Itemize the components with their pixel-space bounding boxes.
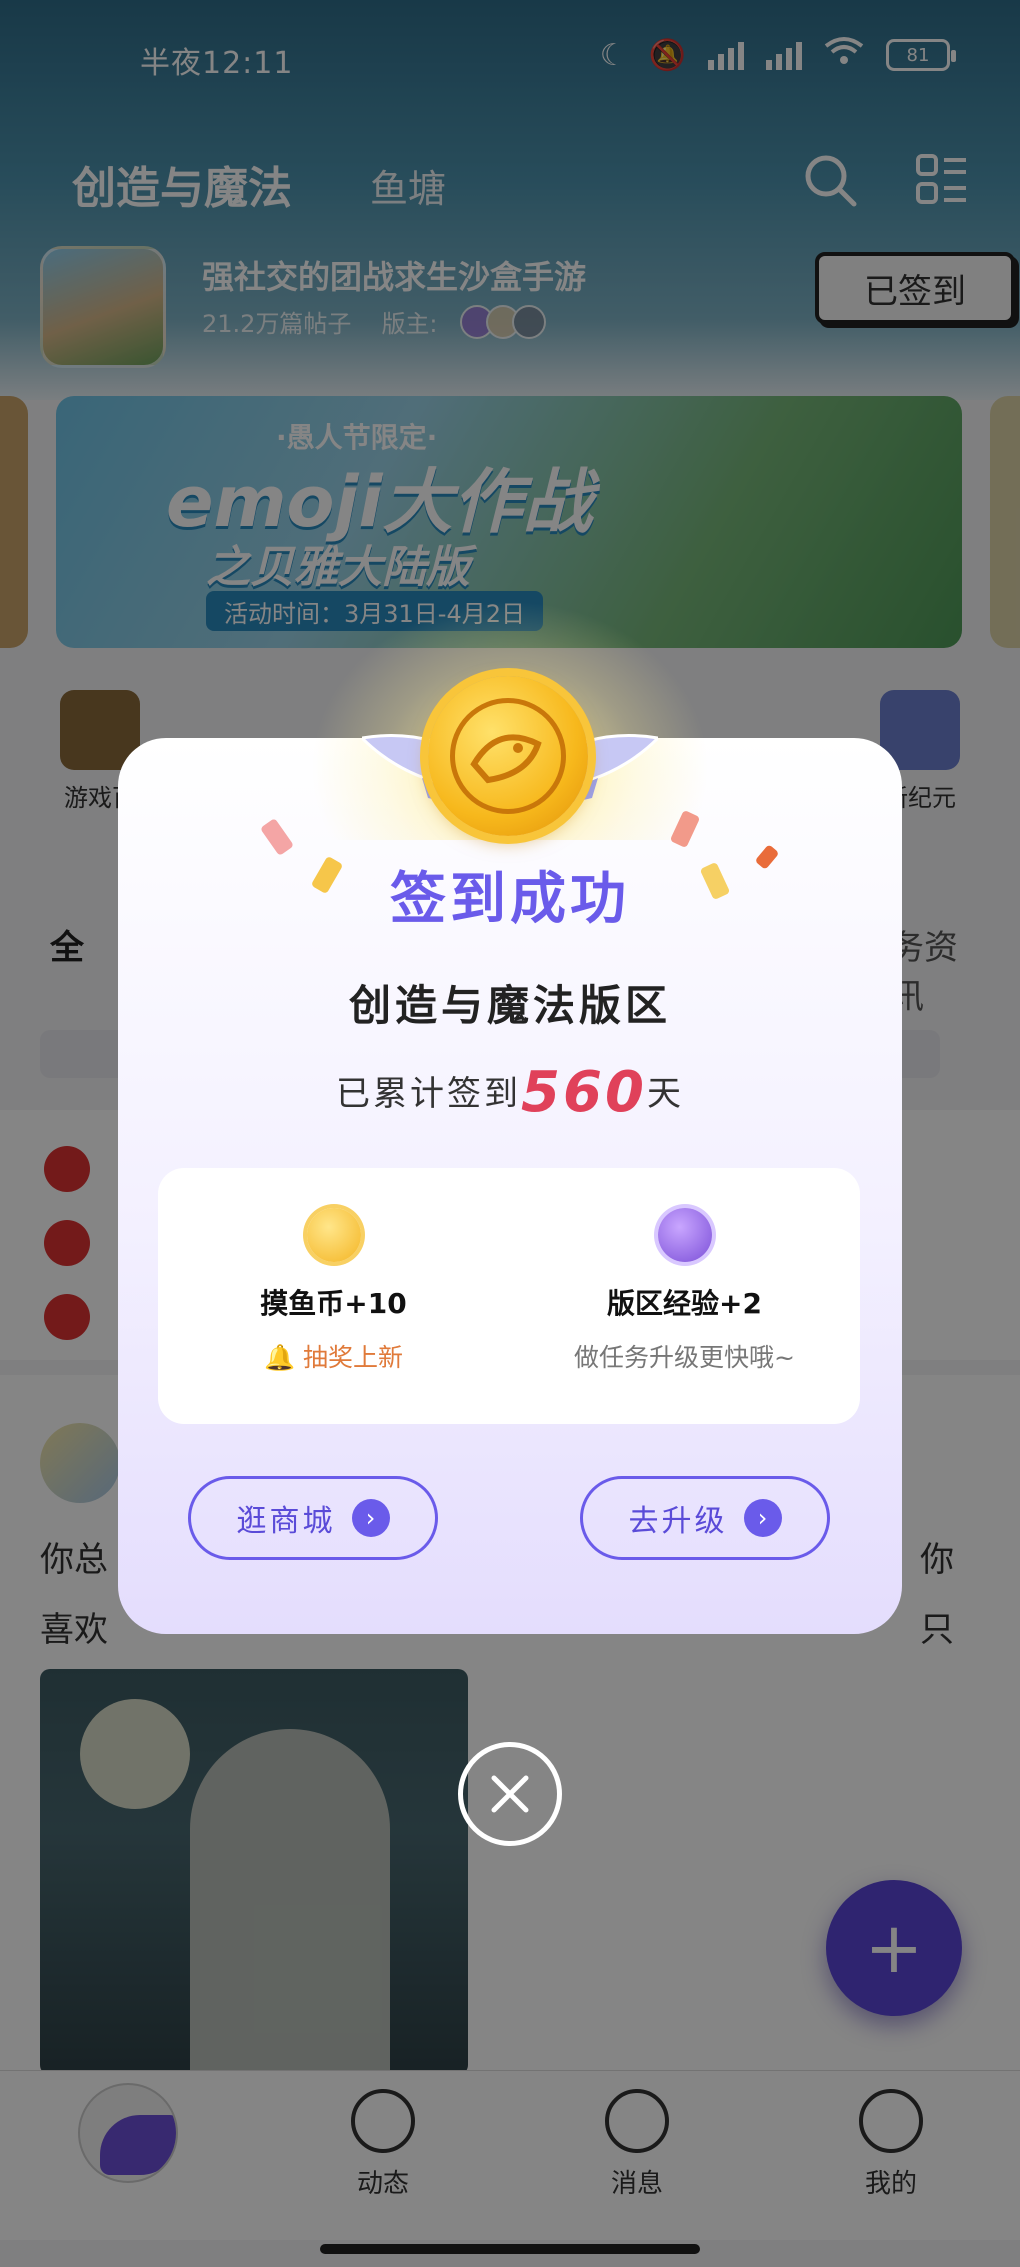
star-badge-icon bbox=[657, 1208, 712, 1262]
dialog-title: 签到成功 bbox=[390, 867, 630, 932]
reward-coins-hint-text: 抽奖上新 bbox=[303, 1343, 404, 1372]
streak-days: 560 bbox=[521, 1060, 647, 1125]
upgrade-label: 去升级 bbox=[628, 1504, 728, 1539]
upgrade-button[interactable]: 去升级 › bbox=[580, 1476, 830, 1560]
chevron-right-icon: › bbox=[743, 1499, 782, 1537]
visit-shop-label: 逛商城 bbox=[236, 1504, 336, 1539]
dialog-forum-name: 创造与魔法版区 bbox=[348, 981, 671, 1030]
reward-coins-label: 摸鱼币+10 bbox=[260, 1287, 407, 1320]
reward-experience-label: 版区经验+2 bbox=[607, 1287, 762, 1320]
fish-coin-icon bbox=[428, 676, 588, 836]
reward-experience: 版区经验+2 做任务升级更快哦~ bbox=[509, 1208, 860, 1374]
streak-suffix: 天 bbox=[646, 1074, 684, 1114]
coin-icon bbox=[306, 1208, 361, 1262]
streak-prefix: 已累计签到 bbox=[336, 1074, 522, 1114]
reward-coins-hint[interactable]: 🔔 抽奖上新 bbox=[158, 1338, 509, 1374]
checkin-streak: 已累计签到560天 bbox=[0, 1060, 1020, 1125]
reward-coins: 摸鱼币+10 🔔 抽奖上新 bbox=[158, 1208, 509, 1374]
visit-shop-button[interactable]: 逛商城 › bbox=[188, 1476, 438, 1560]
chevron-right-icon: › bbox=[351, 1499, 390, 1537]
reward-experience-hint: 做任务升级更快哦~ bbox=[574, 1343, 795, 1372]
bell-icon: 🔔 bbox=[263, 1343, 296, 1372]
close-icon[interactable] bbox=[458, 1742, 562, 1846]
rewards-card: 摸鱼币+10 🔔 抽奖上新 版区经验+2 做任务升级更快哦~ bbox=[158, 1168, 860, 1424]
